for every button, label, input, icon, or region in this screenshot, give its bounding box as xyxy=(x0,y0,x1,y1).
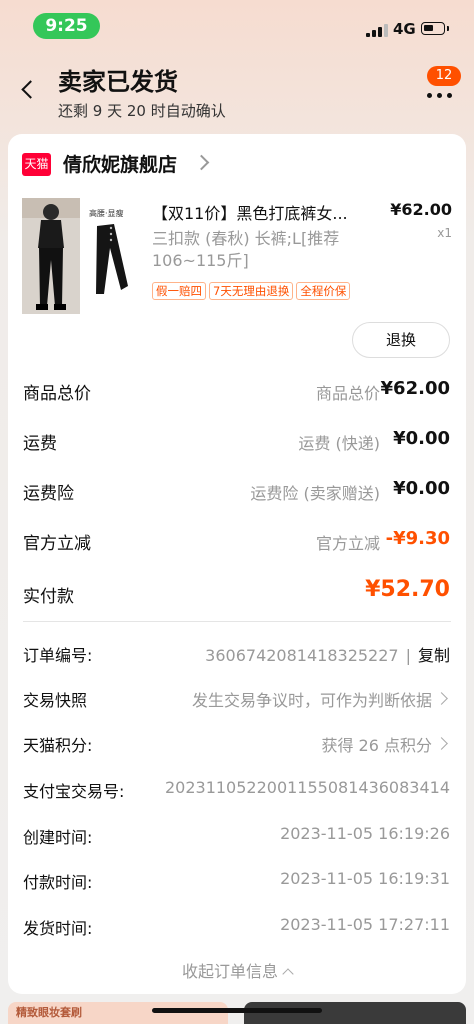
paid-time-label: 付款时间: xyxy=(23,873,93,892)
network-type: 4G xyxy=(393,20,416,38)
price-label: 商品总价 xyxy=(23,384,91,404)
shipped-time-label: 发货时间: xyxy=(23,919,93,938)
collapse-order-info-button[interactable]: 收起订单信息 xyxy=(8,958,466,982)
shipped-time-row: 发货时间: 2023-11-05 17:27:11 xyxy=(8,911,466,941)
auto-confirm-countdown: 还剩 9 天 20 时自动确认 xyxy=(58,102,226,120)
trade-snapshot-label: 交易快照 xyxy=(23,691,88,710)
product-item[interactable]: 高腰·显瘦 【双11价】黑色打底裤女... 三扣款 (春秋) 长裤;L[推荐10… xyxy=(8,192,466,322)
service-tag: 假一赔四 xyxy=(152,282,206,300)
divider xyxy=(23,621,451,622)
price-amount: -¥9.30 xyxy=(385,528,450,549)
shipped-time-value: 2023-11-05 17:27:11 xyxy=(280,915,450,934)
price-label: 运费险 xyxy=(23,484,74,504)
product-title[interactable]: 【双11价】黑色打底裤女... xyxy=(152,200,382,224)
price-label: 实付款 xyxy=(23,587,74,607)
battery-icon xyxy=(421,22,449,35)
alipay-trade-label: 支付宝交易号: xyxy=(23,782,125,801)
product-quantity: x1 xyxy=(437,226,452,240)
shop-name[interactable]: 倩欣妮旗舰店 xyxy=(63,150,177,177)
price-desc: 运费险 (卖家赠送) xyxy=(250,484,380,503)
price-row-shipping-insurance: 运费险 运费险 (卖家赠送) ¥0.00 xyxy=(8,476,466,506)
price-label: 官方立减 xyxy=(23,534,91,554)
tmall-logo: 天猫 xyxy=(22,153,51,176)
trade-snapshot-row[interactable]: 交易快照 发生交易争议时，可作为判断依据 xyxy=(8,683,466,713)
more-menu-button[interactable]: 12 xyxy=(420,66,461,106)
tmall-points-value: 获得 26 点积分 xyxy=(321,736,432,755)
status-time: 9:25 xyxy=(33,13,100,39)
price-row-goods-total: 商品总价 商品总价 ¥62.00 xyxy=(8,376,466,406)
service-tags: 假一赔四 7天无理由退换 全程价保 xyxy=(152,280,353,300)
product-thumbnail[interactable]: 高腰·显瘦 xyxy=(22,198,137,314)
price-row-official-discount: 官方立减 官方立减 -¥9.30 xyxy=(8,526,466,556)
chevron-right-icon xyxy=(193,154,210,171)
price-amount: ¥62.00 xyxy=(380,378,450,399)
paid-time-value: 2023-11-05 16:19:31 xyxy=(280,869,450,888)
product-price: ¥62.00 xyxy=(390,200,452,219)
price-row-actual-paid: 实付款 ¥52.70 xyxy=(8,577,466,609)
price-desc: 商品总价 xyxy=(315,384,380,403)
message-count-badge: 12 xyxy=(427,66,461,86)
actual-paid-amount: ¥52.70 xyxy=(365,577,450,602)
trade-snapshot-value: 发生交易争议时，可作为判断依据 xyxy=(191,691,432,710)
alipay-trade-value: 2023110522001155081436083414 xyxy=(164,778,450,797)
collapse-label: 收起订单信息 xyxy=(181,962,278,981)
created-time-row: 创建时间: 2023-11-05 16:19:26 xyxy=(8,820,466,850)
shop-row[interactable]: 天猫 倩欣妮旗舰店 xyxy=(8,134,466,192)
service-tag: 7天无理由退换 xyxy=(209,282,294,300)
copy-button[interactable]: 复制 xyxy=(418,646,450,665)
price-amount: ¥0.00 xyxy=(393,428,450,449)
alipay-trade-row: 支付宝交易号: 2023110522001155081436083414 xyxy=(8,774,466,804)
price-desc: 官方立减 xyxy=(315,534,380,553)
home-indicator xyxy=(152,1008,322,1013)
order-number-row: 订单编号: 3606742081418325227 | 复制 xyxy=(8,638,466,668)
paid-time-row: 付款时间: 2023-11-05 16:19:31 xyxy=(8,865,466,895)
page-header: 卖家已发货 还剩 9 天 20 时自动确认 12 xyxy=(0,56,474,126)
cellular-signal-icon xyxy=(366,23,388,37)
tmall-points-row[interactable]: 天猫积分: 获得 26 点积分 xyxy=(8,728,466,758)
price-amount: ¥0.00 xyxy=(393,478,450,499)
product-image-caption: 高腰·显瘦 xyxy=(89,209,124,218)
tmall-points-label: 天猫积分: xyxy=(23,736,93,755)
recommendation-card[interactable]: 精致眼妆套刷 xyxy=(8,1002,228,1024)
chevron-right-icon xyxy=(435,692,448,705)
order-card: 天猫 倩欣妮旗舰店 高腰·显瘦 【双11价】黑色打底裤女... 三扣款 (春秋)… xyxy=(8,134,466,994)
price-row-shipping: 运费 运费 (快递) ¥0.00 xyxy=(8,426,466,456)
price-label: 运费 xyxy=(23,434,57,454)
recommendation-title: 精致眼妆套刷 xyxy=(16,1006,82,1019)
recommendation-card[interactable] xyxy=(244,1002,466,1024)
order-number-label: 订单编号: xyxy=(23,646,93,665)
chevron-up-icon xyxy=(282,968,294,980)
created-time-label: 创建时间: xyxy=(23,828,93,847)
product-sku: 三扣款 (春秋) 长裤;L[推荐106~115斤] xyxy=(152,229,340,270)
created-time-value: 2023-11-05 16:19:26 xyxy=(280,824,450,843)
page-title: 卖家已发货 xyxy=(58,68,178,96)
status-bar: 9:25 4G xyxy=(0,0,474,56)
back-button[interactable] xyxy=(14,74,44,104)
chevron-right-icon xyxy=(435,737,448,750)
more-dots-icon xyxy=(426,93,456,99)
refund-exchange-button[interactable]: 退换 xyxy=(352,322,450,358)
price-desc: 运费 (快递) xyxy=(298,434,380,453)
order-number-value: 3606742081418325227 xyxy=(205,646,399,665)
service-tag: 全程价保 xyxy=(296,282,351,300)
